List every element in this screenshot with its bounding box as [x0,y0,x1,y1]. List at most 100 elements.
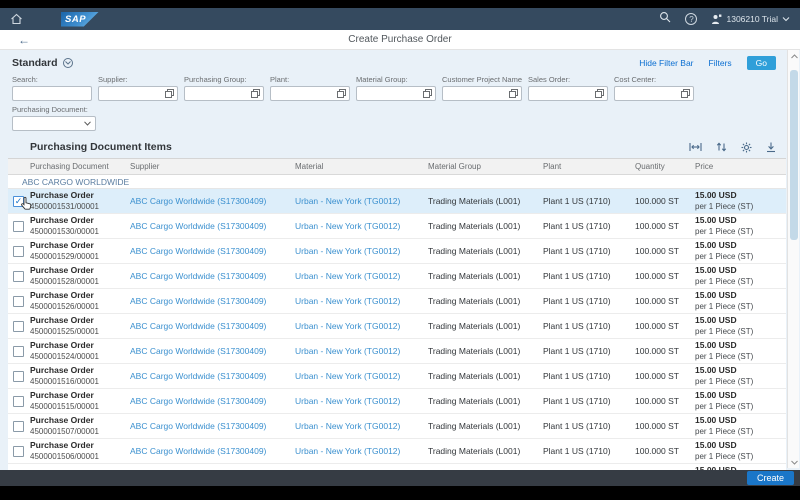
cell-supplier-link[interactable]: ABC Cargo Worldwide (S17300409) [128,421,293,431]
hide-filter-bar-link[interactable]: Hide Filter Bar [639,58,693,68]
cell-supplier-link[interactable]: ABC Cargo Worldwide (S17300409) [128,196,293,206]
search-input[interactable] [12,86,92,101]
row-checkbox[interactable] [13,396,24,407]
value-help-icon[interactable] [337,89,346,98]
column-header-material[interactable]: Material [293,162,426,171]
back-arrow-icon[interactable]: ← [18,34,30,46]
table-row[interactable]: Purchase Order4500001525/00001ABC Cargo … [8,314,786,339]
document-number: 4500001526/00001 [30,301,128,312]
vertical-scrollbar[interactable] [787,50,799,468]
filter-fields: Search:Supplier:Purchasing Group:Plant:M… [12,75,776,101]
filters-link[interactable]: Filters [709,58,732,68]
row-checkbox[interactable] [13,371,24,382]
table-row[interactable]: Purchase Order4500001515/00001ABC Cargo … [8,389,786,414]
cell-material-group: Trading Materials (L001) [426,296,541,306]
create-button[interactable]: Create [747,471,794,485]
row-checkbox[interactable] [13,271,24,282]
cell-supplier-link[interactable]: ABC Cargo Worldwide (S17300409) [128,296,293,306]
cell-supplier-link[interactable]: ABC Cargo Worldwide (S17300409) [128,221,293,231]
cell-plant: Plant 1 US (1710) [541,246,633,256]
cell-supplier-link[interactable]: ABC Cargo Worldwide (S17300409) [128,271,293,281]
cell-material-link[interactable]: Urban - New York (TG0012) [293,396,426,406]
value-help-icon[interactable] [595,89,604,98]
filter-field-label: Sales Order: [528,75,608,84]
cell-material-link[interactable]: Urban - New York (TG0012) [293,321,426,331]
purchasing-group-input[interactable] [184,86,264,101]
document-type: Purchase Order [30,315,128,326]
row-checkbox[interactable] [13,446,24,457]
table-row[interactable]: Purchase Order4500001507/00001ABC Cargo … [8,414,786,439]
price-amount: 15.00 USD [695,440,786,451]
cell-purchasing-document: Purchase Order4500001526/00001 [28,290,128,312]
table-row[interactable]: Purchase Order4500001524/00001ABC Cargo … [8,339,786,364]
table-row[interactable]: ✓Purchase Order4500001531/00001ABC Cargo… [8,189,786,214]
filter-field-label: Cost Center: [614,75,694,84]
cell-supplier-link[interactable]: ABC Cargo Worldwide (S17300409) [128,371,293,381]
scrollbar-up-icon[interactable] [788,50,800,62]
document-type: Purchase Order [30,415,128,426]
column-header-supplier[interactable]: Supplier [128,162,293,171]
table-row[interactable]: Purchase Order4500001529/00001ABC Cargo … [8,239,786,264]
value-help-icon[interactable] [423,89,432,98]
cell-price: 15.00 USDper 1 Piece (ST) [693,215,786,237]
supplier-input[interactable] [98,86,178,101]
document-number: 4500001529/00001 [30,251,128,262]
filter-field-cost-center: Cost Center: [614,75,694,101]
home-icon[interactable] [10,13,23,25]
table-row[interactable]: Purchase Order4500001528/00001ABC Cargo … [8,264,786,289]
variant-dropdown-icon[interactable] [63,58,73,68]
cell-material-link[interactable]: Urban - New York (TG0012) [293,271,426,281]
value-help-icon[interactable] [165,89,174,98]
settings-gear-icon[interactable] [741,142,752,153]
table-row[interactable]: Purchase Order4500001516/00001ABC Cargo … [8,364,786,389]
row-checkbox[interactable]: ✓ [13,196,24,207]
table-row[interactable]: Purchase Order4500001526/00001ABC Cargo … [8,289,786,314]
row-checkbox[interactable] [13,246,24,257]
sort-icon[interactable] [716,142,727,152]
cell-material-link[interactable]: Urban - New York (TG0012) [293,346,426,356]
cell-material-link[interactable]: Urban - New York (TG0012) [293,371,426,381]
column-header-material-group[interactable]: Material Group [426,162,541,171]
scrollbar-down-icon[interactable] [788,456,800,468]
filter-field-sales-order: Sales Order: [528,75,608,101]
value-help-icon[interactable] [681,89,690,98]
cell-material-link[interactable]: Urban - New York (TG0012) [293,296,426,306]
cell-supplier-link[interactable]: ABC Cargo Worldwide (S17300409) [128,246,293,256]
resize-columns-icon[interactable] [689,142,702,152]
purchasing-document-select[interactable] [12,116,96,131]
user-menu[interactable]: 1306210 Trial [711,14,790,25]
cell-supplier-link[interactable]: ABC Cargo Worldwide (S17300409) [128,396,293,406]
row-checkbox[interactable] [13,321,24,332]
material-group-input[interactable] [356,86,436,101]
column-header-plant[interactable]: Plant [541,162,633,171]
column-header-quantity[interactable]: Quantity [633,162,693,171]
cost-center-input[interactable] [614,86,694,101]
cell-material-link[interactable]: Urban - New York (TG0012) [293,446,426,456]
value-help-icon[interactable] [251,89,260,98]
cell-material-link[interactable]: Urban - New York (TG0012) [293,246,426,256]
row-checkbox[interactable] [13,296,24,307]
search-icon[interactable] [659,10,671,28]
customer-project-name-input[interactable] [442,86,522,101]
cell-material-link[interactable]: Urban - New York (TG0012) [293,196,426,206]
export-icon[interactable] [766,142,776,153]
cell-supplier-link[interactable]: ABC Cargo Worldwide (S17300409) [128,446,293,456]
cell-material-link[interactable]: Urban - New York (TG0012) [293,221,426,231]
plant-input[interactable] [270,86,350,101]
scrollbar-thumb[interactable] [790,70,798,240]
cell-material-link[interactable]: Urban - New York (TG0012) [293,421,426,431]
help-icon[interactable]: ? [685,13,697,25]
table-row[interactable]: Purchase Order4500001506/00001ABC Cargo … [8,439,786,464]
column-header-price[interactable]: Price [693,162,786,171]
sales-order-input[interactable] [528,86,608,101]
go-button[interactable]: Go [747,56,776,70]
table-row[interactable]: Purchase Order4500001530/00001ABC Cargo … [8,214,786,239]
row-checkbox[interactable] [13,421,24,432]
row-checkbox[interactable] [13,221,24,232]
row-checkbox[interactable] [13,346,24,357]
variant-selector[interactable]: Standard [12,57,58,69]
cell-supplier-link[interactable]: ABC Cargo Worldwide (S17300409) [128,321,293,331]
cell-supplier-link[interactable]: ABC Cargo Worldwide (S17300409) [128,346,293,356]
value-help-icon[interactable] [509,89,518,98]
column-header-purchasing-document[interactable]: Purchasing Document [28,162,128,171]
